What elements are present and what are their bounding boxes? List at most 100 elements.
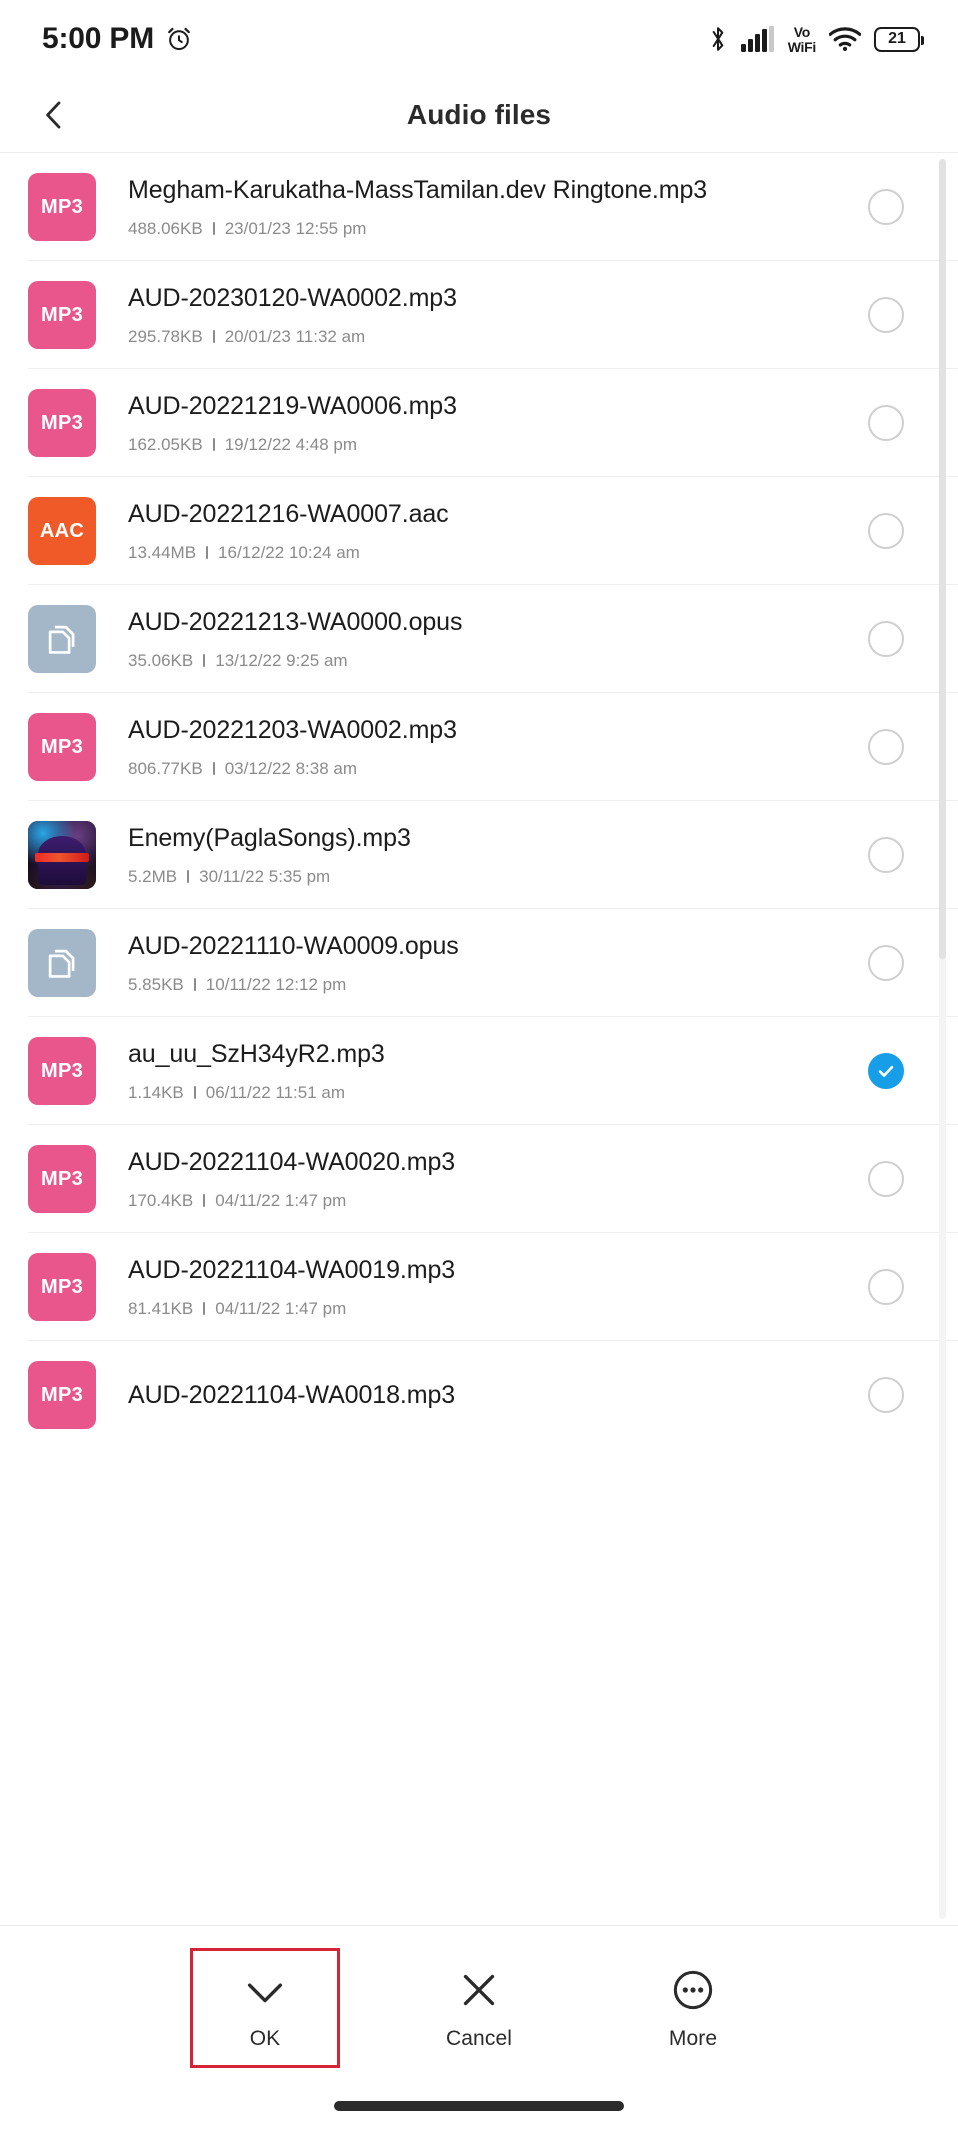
file-list-item[interactable]: AAC AUD-20221216-WA0007.aac 13.44MB 16/12/2… — [0, 477, 958, 585]
file-date: 04/11/22 1:47 pm — [215, 1190, 347, 1210]
file-size: 295.78KB — [128, 326, 203, 346]
status-bar-right: Vo WiFi 21 — [708, 23, 924, 54]
file-selected-checkbox[interactable] — [868, 1053, 904, 1089]
battery-indicator: 21 — [874, 26, 924, 52]
file-select-radio[interactable] — [868, 945, 904, 981]
file-info: AUD-20221104-WA0019.mp3 81.41KB 04/11/22 1… — [96, 1256, 854, 1319]
album-art-title-band — [34, 852, 90, 863]
file-list-item[interactable]: AUD-20221110-WA0009.opus 5.85KB 10/11/22 1… — [0, 909, 958, 1017]
file-list-item[interactable]: MP3 AUD-20221219-WA0006.mp3 162.05KB 19/12/… — [0, 369, 958, 477]
file-select-radio[interactable] — [868, 1269, 904, 1305]
file-name: AUD-20221104-WA0018.mp3 — [128, 1380, 456, 1409]
home-indicator[interactable] — [334, 2101, 624, 2111]
file-select-radio[interactable] — [868, 837, 904, 873]
vowifi-line-1: Vo — [793, 23, 811, 40]
app-header: Audio files — [0, 78, 958, 152]
file-type-label: AAC — [39, 519, 85, 542]
file-info: AUD-20221110-WA0009.opus 5.85KB 10/11/22 1… — [96, 932, 854, 995]
file-info: AUD-20230120-WA0002.mp3 295.78KB 20/01/23 … — [96, 284, 854, 347]
cancel-button[interactable]: Cancel — [404, 1948, 554, 2068]
file-size: 81.41KB — [128, 1298, 194, 1318]
file-select-radio[interactable] — [868, 297, 904, 333]
file-name: Megham-Karukatha-MassTamilan.dev Rington… — [128, 175, 708, 204]
documents-glyph-icon — [48, 625, 75, 654]
file-meta: 162.05KB 19/12/22 4:48 pm — [128, 435, 838, 455]
wifi-icon — [829, 26, 861, 52]
file-list-item[interactable]: MP3 AUD-20221203-WA0002.mp3 806.77KB 03/12/… — [0, 693, 958, 801]
file-date: 16/12/22 10:24 am — [218, 542, 360, 562]
file-meta: 35.06KB 13/12/22 9:25 am — [128, 651, 838, 671]
status-bar-left: 5:00 PM — [42, 24, 193, 54]
meta-separator — [212, 330, 215, 343]
file-name: AUD-20230120-WA0002.mp3 — [128, 283, 457, 312]
meta-separator — [203, 654, 206, 667]
file-type-label: MP3 — [40, 195, 84, 218]
scrollbar-thumb[interactable] — [939, 159, 946, 959]
chevron-left-icon — [37, 98, 71, 132]
battery-level-text: 21 — [888, 30, 906, 47]
action-label: OK — [249, 2027, 281, 2050]
album-art-thumbnail — [28, 821, 96, 889]
file-select-radio[interactable] — [868, 405, 904, 441]
file-date: 23/01/23 12:55 pm — [224, 218, 367, 238]
status-bar: 5:00 PM Vo WiFi 21 — [0, 0, 958, 78]
file-select-radio[interactable] — [868, 1377, 904, 1413]
back-button[interactable] — [24, 85, 84, 145]
document-file-icon — [28, 605, 96, 673]
file-list-item[interactable]: Enemy(PaglaSongs).mp3 5.2MB 30/11/22 5:35 … — [0, 801, 958, 909]
file-name: AUD-20221219-WA0006.mp3 — [128, 391, 457, 420]
file-date: 06/11/22 11:51 am — [205, 1082, 346, 1102]
file-date: 10/11/22 12:12 pm — [205, 974, 347, 994]
file-meta: 806.77KB 03/12/22 8:38 am — [128, 759, 838, 779]
file-type-label: MP3 — [40, 411, 84, 434]
file-list-item[interactable]: MP3 AUD-20221104-WA0020.mp3 170.4KB 04/11/2… — [0, 1125, 958, 1233]
file-list-item[interactable]: MP3 au_uu_SzH34yR2.mp3 1.14KB 06/11/22 11:5… — [0, 1017, 958, 1125]
file-size: 170.4KB — [128, 1190, 194, 1210]
file-date: 19/12/22 4:48 pm — [224, 434, 358, 454]
file-date: 20/01/23 11:32 am — [224, 326, 366, 346]
status-clock: 5:00 PM — [42, 22, 154, 55]
file-type-label: MP3 — [40, 1383, 84, 1406]
file-meta: 170.4KB 04/11/22 1:47 pm — [128, 1191, 838, 1211]
file-date: 04/11/22 1:47 pm — [215, 1298, 347, 1318]
cellular-signal-icon — [740, 26, 775, 52]
vowifi-indicator: Vo WiFi — [788, 23, 817, 54]
more-ellipsis-icon — [670, 1967, 716, 2013]
file-select-radio[interactable] — [868, 513, 904, 549]
file-list-container: MP3 Megham-Karukatha-MassTamilan.dev Ring… — [0, 152, 958, 1925]
mp3-file-badge: MP3 — [28, 173, 96, 241]
file-type-label: MP3 — [40, 303, 84, 326]
phone-screen: 5:00 PM Vo WiFi 21 Audio files MP3 Megha… — [0, 0, 958, 2129]
meta-separator — [193, 978, 196, 991]
mp3-file-badge: MP3 — [28, 281, 96, 349]
file-name: AUD-20221110-WA0009.opus — [128, 931, 459, 960]
ok-button[interactable]: OK — [190, 1948, 340, 2068]
file-list-item[interactable]: MP3 AUD-20221104-WA0018.mp3 — [0, 1341, 958, 1449]
file-size: 13.44MB — [128, 542, 197, 562]
file-select-radio[interactable] — [868, 729, 904, 765]
aac-file-badge: AAC — [28, 497, 96, 565]
more-button[interactable]: More — [618, 1948, 768, 2068]
file-type-label: MP3 — [40, 1059, 84, 1082]
file-select-radio[interactable] — [868, 1161, 904, 1197]
action-label: More — [668, 2027, 718, 2050]
file-list-item[interactable]: AUD-20221213-WA0000.opus 35.06KB 13/12/22 … — [0, 585, 958, 693]
file-meta: 295.78KB 20/01/23 11:32 am — [128, 327, 838, 347]
file-meta: 81.41KB 04/11/22 1:47 pm — [128, 1299, 838, 1319]
file-select-radio[interactable] — [868, 621, 904, 657]
mp3-file-badge: MP3 — [28, 1037, 96, 1105]
file-size: 806.77KB — [128, 758, 203, 778]
file-select-radio[interactable] — [868, 189, 904, 225]
mp3-file-badge: MP3 — [28, 713, 96, 781]
file-list-item[interactable]: MP3 AUD-20221104-WA0019.mp3 81.41KB 04/11/2… — [0, 1233, 958, 1341]
close-x-icon — [456, 1967, 502, 2013]
mp3-file-badge: MP3 — [28, 1145, 96, 1213]
check-mark-icon — [878, 1065, 894, 1077]
file-list-item[interactable]: MP3 Megham-Karukatha-MassTamilan.dev Ring… — [0, 153, 958, 261]
file-size: 5.2MB — [128, 866, 178, 886]
file-date: 03/12/22 8:38 am — [224, 758, 358, 778]
file-list-item[interactable]: MP3 AUD-20230120-WA0002.mp3 295.78KB 20/01/… — [0, 261, 958, 369]
file-type-label: MP3 — [40, 1167, 84, 1190]
file-meta: 13.44MB 16/12/22 10:24 am — [128, 543, 838, 563]
file-name: AUD-20221203-WA0002.mp3 — [128, 715, 457, 744]
